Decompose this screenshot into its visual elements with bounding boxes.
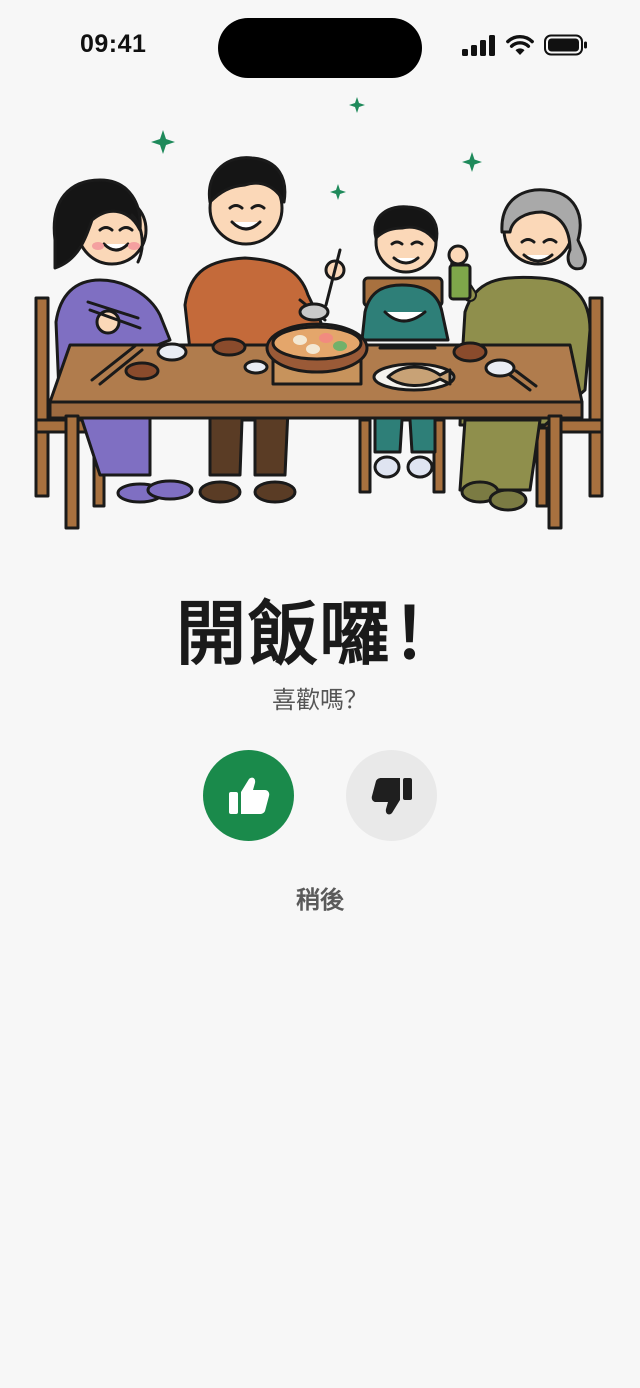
battery-icon	[544, 34, 587, 56]
status-icons	[462, 34, 588, 56]
sparkle-icons	[151, 97, 482, 200]
family-dinner-illustration	[34, 97, 604, 530]
cellular-signal-icon	[462, 35, 495, 56]
status-time: 09:41	[80, 30, 147, 58]
like-button[interactable]	[203, 750, 294, 841]
later-button[interactable]: 稍後	[0, 880, 640, 915]
status-bar: 09:41	[0, 0, 640, 96]
page-title: 開飯囉！	[176, 593, 464, 675]
thumbs-up-icon	[228, 777, 269, 814]
thumbs-down-icon	[371, 777, 412, 814]
dynamic-island	[218, 18, 422, 78]
page-subtitle: 喜歡嗎？	[272, 686, 368, 714]
dislike-button[interactable]	[346, 750, 437, 841]
wifi-icon	[506, 34, 534, 55]
child-figure	[360, 205, 450, 479]
